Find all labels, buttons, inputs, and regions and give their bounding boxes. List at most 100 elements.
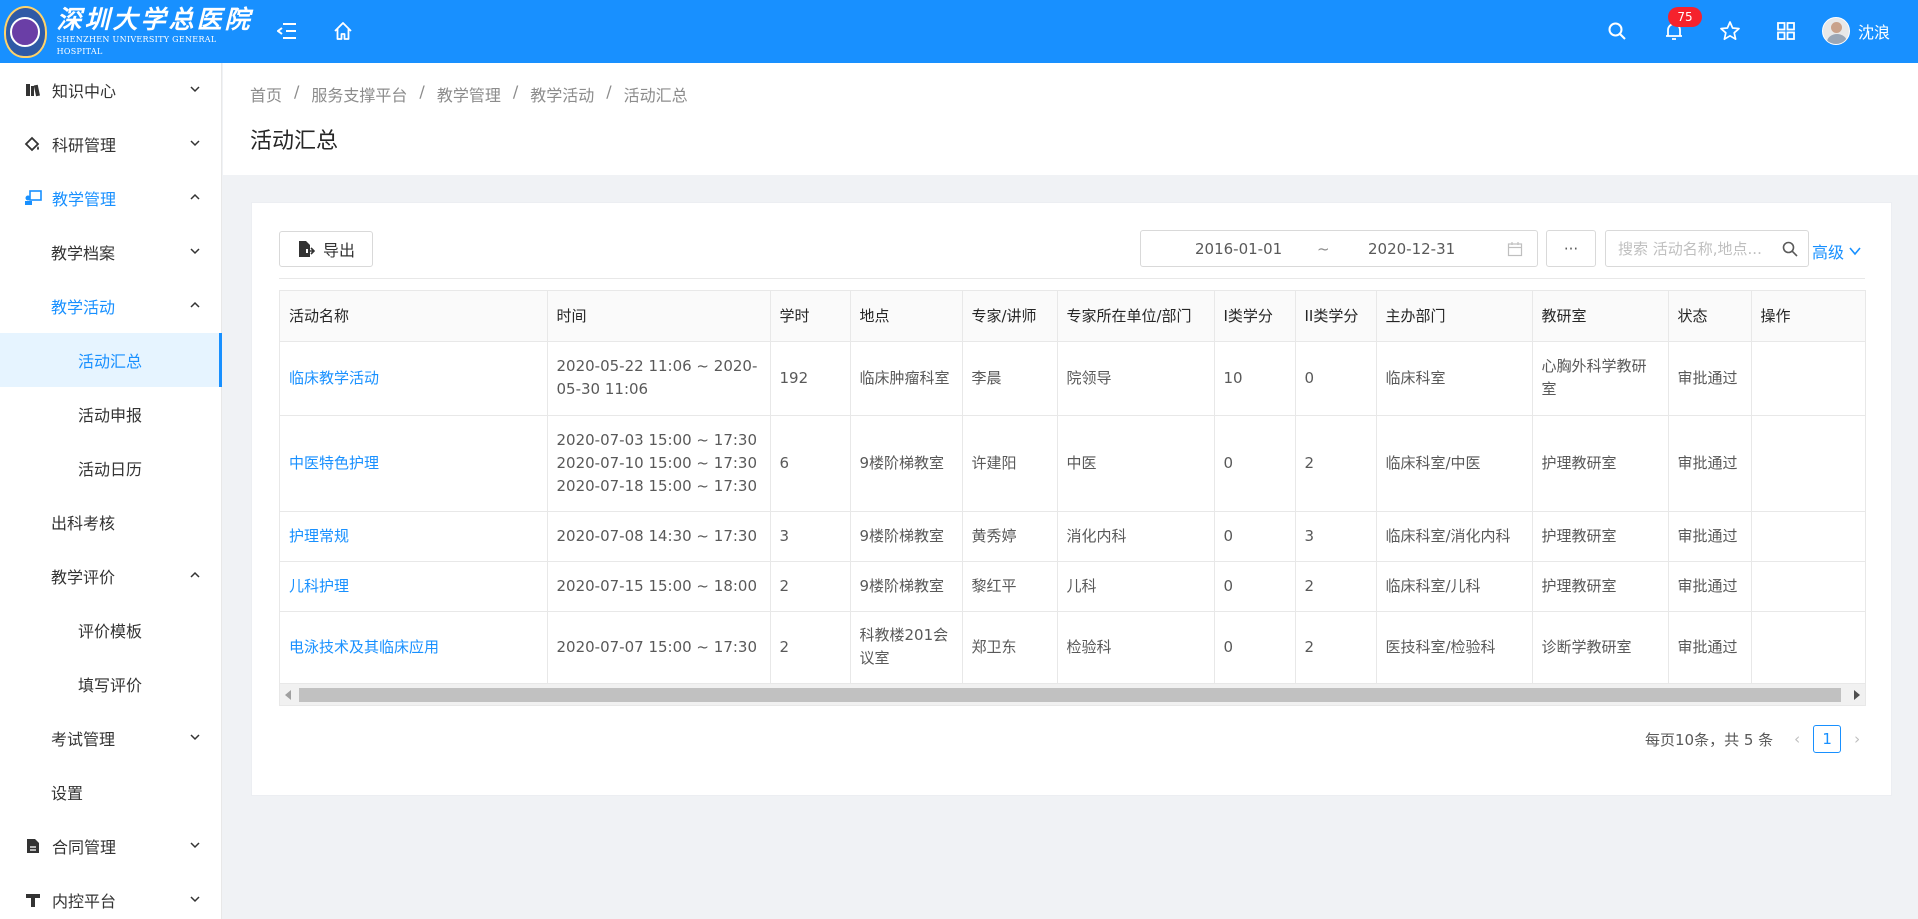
sidebar-item-settings[interactable]: 设置 — [0, 765, 222, 819]
prev-page-icon[interactable]: ‹ — [1789, 730, 1805, 748]
horizontal-scrollbar[interactable] — [280, 683, 1865, 705]
home-icon[interactable] — [326, 14, 360, 48]
scrollbar-thumb[interactable] — [299, 688, 1841, 702]
scroll-right-arrow-icon[interactable] — [1854, 690, 1860, 700]
sidebar-item-label: 知识中心 — [52, 82, 117, 101]
calendar-icon — [1507, 242, 1523, 257]
sidebar-item-activity-apply[interactable]: 活动申报 — [0, 387, 222, 441]
sidebar-item-teaching-archive[interactable]: 教学档案 — [0, 225, 222, 279]
scroll-left-arrow-icon[interactable] — [285, 690, 291, 700]
search-field — [1605, 230, 1809, 267]
column-header[interactable]: 状态 — [1668, 291, 1752, 342]
hospital-logo[interactable]: 深圳大学总医院 SHENZHEN UNIVERSITY GENERAL HOSP… — [0, 0, 258, 63]
sidebar-item-activity-calendar[interactable]: 活动日历 — [0, 441, 222, 495]
menu-fold-icon[interactable] — [270, 14, 304, 48]
sidebar-item-rotation-exam[interactable]: 出科考核 — [0, 495, 222, 549]
advanced-search-toggle[interactable]: 高级 — [1812, 239, 1862, 263]
chevron-up-icon — [190, 193, 200, 200]
activity-name-link[interactable]: 护理常规 — [289, 527, 349, 545]
column-header[interactable]: 专家所在单位/部门 — [1057, 291, 1215, 342]
sidebar-item-label: 合同管理 — [52, 838, 117, 857]
activity-name-link[interactable]: 儿科护理 — [289, 577, 349, 595]
activity-hours: 3 — [770, 511, 851, 562]
chevron-down-icon — [190, 248, 200, 255]
next-page-icon[interactable]: › — [1849, 730, 1865, 748]
sidebar-item-fill-evaluation[interactable]: 填写评价 — [0, 657, 222, 711]
row-actions — [1751, 511, 1865, 562]
activity-time: 2020-07-15 15:00 ~ 18:00 — [556, 576, 758, 595]
column-header[interactable]: 主办部门 — [1376, 291, 1533, 342]
activity-name-link[interactable]: 临床教学活动 — [289, 369, 379, 387]
search-input[interactable] — [1618, 240, 1778, 258]
activity-hours: 192 — [770, 341, 851, 416]
pagination-summary: 每页10条，共 5 条 — [1645, 730, 1774, 749]
page-number-button[interactable]: 1 — [1813, 725, 1842, 753]
search-icon[interactable] — [1600, 14, 1634, 48]
activity-expert: 黎红平 — [962, 561, 1058, 612]
table-row: 护理常规 2020-07-08 14:30 ~ 17:30 3 9楼阶梯教室 黄… — [280, 511, 1865, 562]
notification-badge: 75 — [1668, 7, 1702, 27]
activity-hours: 6 — [770, 415, 851, 512]
sidebar-item-evaluation-template[interactable]: 评价模板 — [0, 603, 222, 657]
activity-name-link[interactable]: 中医特色护理 — [289, 454, 379, 472]
host-department: 临床科室 — [1376, 341, 1533, 416]
toolbar-divider — [279, 278, 1865, 279]
sidebar-item-exam-management[interactable]: 考试管理 — [0, 711, 222, 765]
status-text: 审批通过 — [1668, 341, 1752, 416]
column-header[interactable]: I类学分 — [1214, 291, 1296, 342]
table-row: 儿科护理 2020-07-15 15:00 ~ 18:00 2 9楼阶梯教室 黎… — [280, 561, 1865, 612]
column-header[interactable]: 操作 — [1751, 291, 1865, 342]
control-icon — [24, 891, 42, 909]
sidebar-item-contract[interactable]: 合同管理 — [0, 819, 222, 873]
table-row: 临床教学活动 2020-05-22 11:06 ~ 2020-05-30 11:… — [280, 341, 1865, 416]
search-icon[interactable] — [1782, 241, 1798, 257]
breadcrumb-item-platform[interactable]: 服务支撑平台 — [311, 82, 407, 106]
column-header[interactable]: 地点 — [850, 291, 963, 342]
credit-class-2: 0 — [1295, 341, 1377, 416]
sidebar-item-label: 教学管理 — [52, 190, 117, 209]
export-button[interactable]: 导出 — [279, 231, 373, 267]
breadcrumb-item-teaching[interactable]: 教学管理 — [437, 82, 501, 106]
sidebar-item-teaching-activity[interactable]: 教学活动 — [0, 279, 222, 333]
column-header[interactable]: 教研室 — [1532, 291, 1669, 342]
sidebar-item-teaching[interactable]: 教学管理 — [0, 171, 222, 225]
sidebar-item-label: 教学活动 — [51, 298, 116, 317]
column-header[interactable]: II类学分 — [1295, 291, 1377, 342]
chevron-up-icon — [190, 571, 200, 578]
apps-grid-icon[interactable] — [1769, 14, 1803, 48]
sidebar: 知识中心 科研管理 教学管理 教学档案 教学活动 活动汇总 活动申报 活动日历 … — [0, 63, 222, 919]
more-button[interactable]: ··· — [1546, 230, 1596, 267]
sidebar-item-research[interactable]: 科研管理 — [0, 117, 222, 171]
sidebar-item-label: 科研管理 — [52, 136, 117, 155]
chevron-down-icon — [190, 140, 200, 147]
sidebar-item-knowledge[interactable]: 知识中心 — [0, 63, 222, 117]
user-menu[interactable]: 沈浪 — [1822, 13, 1890, 49]
column-header[interactable]: 活动名称 — [280, 291, 548, 342]
host-department: 临床科室/中医 — [1376, 415, 1533, 512]
chevron-up-icon — [190, 301, 200, 308]
breadcrumb-item-home[interactable]: 首页 — [250, 82, 282, 106]
date-end: 2020-12-31 — [1368, 239, 1456, 258]
sidebar-item-teaching-evaluation[interactable]: 教学评价 — [0, 549, 222, 603]
credit-class-2: 2 — [1295, 415, 1377, 512]
breadcrumb-item-activity[interactable]: 教学活动 — [530, 82, 594, 106]
column-header[interactable]: 专家/讲师 — [962, 291, 1058, 342]
credit-class-1: 0 — [1214, 511, 1296, 562]
table-row: 中医特色护理 2020-07-03 15:00 ~ 17:30 2020-07-… — [280, 415, 1865, 512]
sidebar-item-internal-control[interactable]: 内控平台 — [0, 873, 222, 919]
sidebar-item-activity-summary[interactable]: 活动汇总 — [0, 333, 222, 387]
activity-time: 2020-07-10 15:00 ~ 17:30 — [556, 453, 758, 472]
activity-name-link[interactable]: 电泳技术及其临床应用 — [289, 638, 439, 656]
sidebar-item-label: 出科考核 — [51, 514, 116, 533]
top-header: 深圳大学总医院 SHENZHEN UNIVERSITY GENERAL HOSP… — [0, 0, 1918, 63]
column-header[interactable]: 时间 — [547, 291, 771, 342]
expert-unit: 儿科 — [1057, 561, 1215, 612]
chevron-down-icon — [190, 734, 200, 741]
column-header[interactable]: 学时 — [770, 291, 851, 342]
expert-unit: 检验科 — [1057, 611, 1215, 684]
date-range-picker[interactable]: 2016-01-01 ~ 2020-12-31 — [1140, 230, 1538, 267]
star-icon[interactable] — [1713, 14, 1747, 48]
teaching-office: 护理教研室 — [1532, 511, 1669, 562]
book-icon — [24, 81, 42, 99]
sidebar-item-label: 活动申报 — [78, 406, 143, 425]
